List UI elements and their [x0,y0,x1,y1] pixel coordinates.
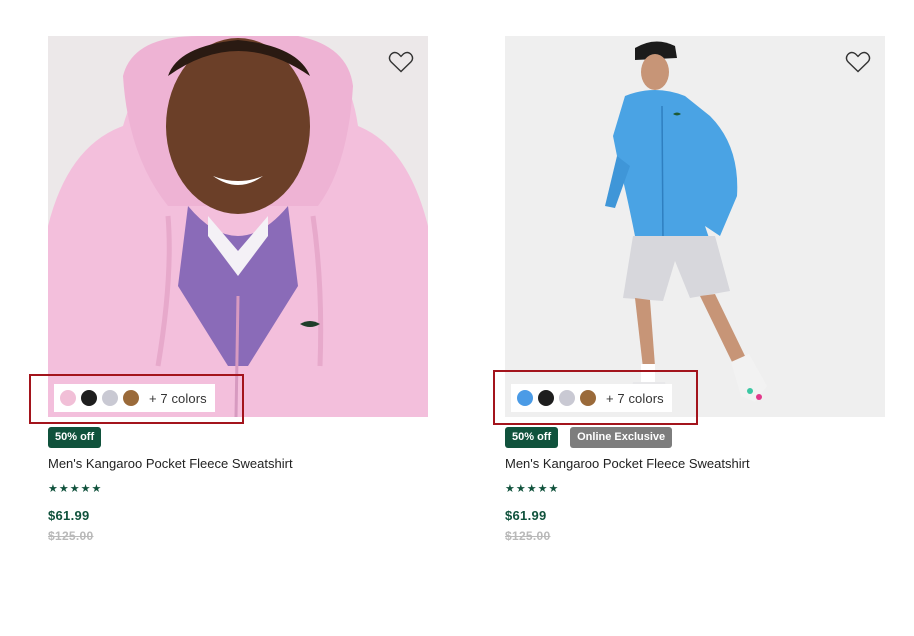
star-icon: ★ [526,483,537,495]
star-icon: ★ [91,483,102,495]
star-icon: ★ [548,483,559,495]
star-icon: ★ [80,483,91,495]
badge-row: 50% off [48,427,102,448]
product-card[interactable]: + 7 colors 50% off Men's Kangaroo Pocket… [48,36,428,543]
star-icon: ★ [48,483,58,495]
color-swatch[interactable] [81,390,97,406]
product-grid: + 7 colors 50% off Men's Kangaroo Pocket… [0,0,914,636]
heart-icon[interactable] [845,50,871,74]
color-swatches[interactable]: + 7 colors [511,384,672,412]
color-swatch[interactable] [580,390,596,406]
blue-hoodie-photo [505,36,885,417]
more-colors-link[interactable]: + 7 colors [149,391,207,406]
color-swatch[interactable] [538,390,554,406]
pink-hoodie-photo [48,36,428,417]
color-swatch[interactable] [60,390,76,406]
color-swatch[interactable] [102,390,118,406]
star-icon: ★ [537,483,548,495]
product-title[interactable]: Men's Kangaroo Pocket Fleece Sweatshirt [505,456,750,471]
sale-price: $61.99 [505,508,547,523]
color-swatches[interactable]: + 7 colors [54,384,215,412]
online-exclusive-badge: Online Exclusive [570,427,673,448]
rating-stars: ★ ★ ★ ★ ★ [48,483,101,495]
original-price: $125.00 [505,529,551,543]
badge-row: 50% off Online Exclusive [505,427,673,448]
color-swatch[interactable] [517,390,533,406]
star-icon: ★ [69,483,80,495]
color-swatch[interactable] [559,390,575,406]
discount-badge: 50% off [48,427,102,448]
product-title[interactable]: Men's Kangaroo Pocket Fleece Sweatshirt [48,456,293,471]
rating-stars: ★ ★ ★ ★ ★ [505,483,558,495]
star-icon: ★ [515,483,526,495]
more-colors-link[interactable]: + 7 colors [606,391,664,406]
star-icon: ★ [58,483,69,495]
product-card[interactable]: + 7 colors 50% off Online Exclusive Men'… [505,36,885,543]
product-image[interactable]: + 7 colors [505,36,885,417]
sale-price: $61.99 [48,508,90,523]
original-price: $125.00 [48,529,94,543]
discount-badge: 50% off [505,427,559,448]
heart-icon[interactable] [388,50,414,74]
product-image[interactable]: + 7 colors [48,36,428,417]
star-icon: ★ [505,483,515,495]
color-swatch[interactable] [123,390,139,406]
